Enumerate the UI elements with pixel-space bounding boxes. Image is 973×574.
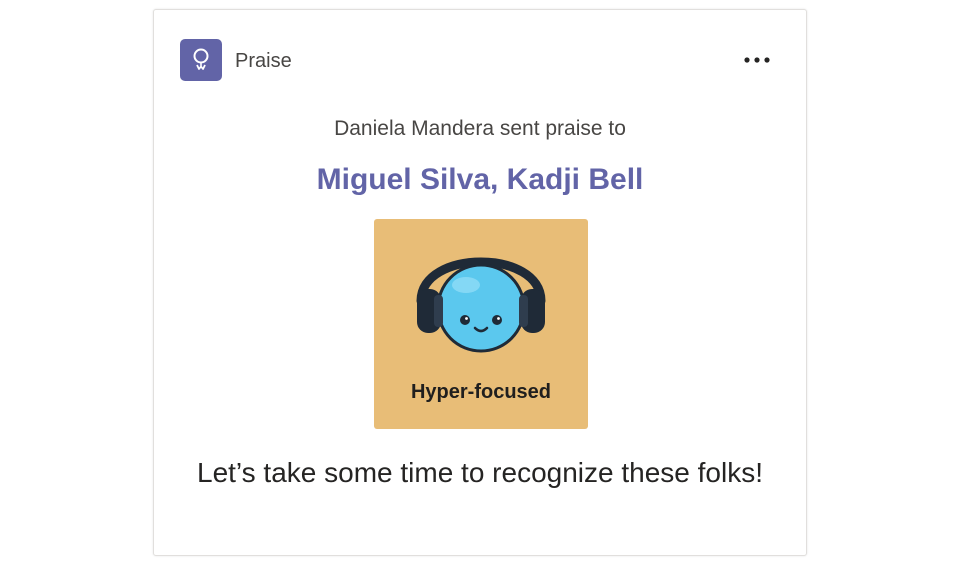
recipients-names: Miguel Silva, Kadji Bell — [316, 163, 644, 196]
card-header: Praise — [180, 39, 780, 81]
badge-label: Hyper-focused — [410, 381, 552, 403]
praise-card: Praise Daniela Mandera sent praise to Mi… — [153, 9, 807, 556]
headphones-face-icon — [416, 257, 546, 353]
praise-badge: Hyper-focused — [374, 219, 588, 429]
app-name: Praise — [235, 50, 292, 72]
praise-ribbon-icon — [193, 48, 209, 70]
sender-line: Daniela Mandera sent praise to — [334, 117, 626, 140]
praise-app-icon — [180, 39, 222, 81]
more-options-button[interactable] — [740, 47, 774, 73]
praise-message: Let’s take some time to recognize these … — [197, 457, 763, 488]
more-options-icon — [744, 57, 770, 63]
